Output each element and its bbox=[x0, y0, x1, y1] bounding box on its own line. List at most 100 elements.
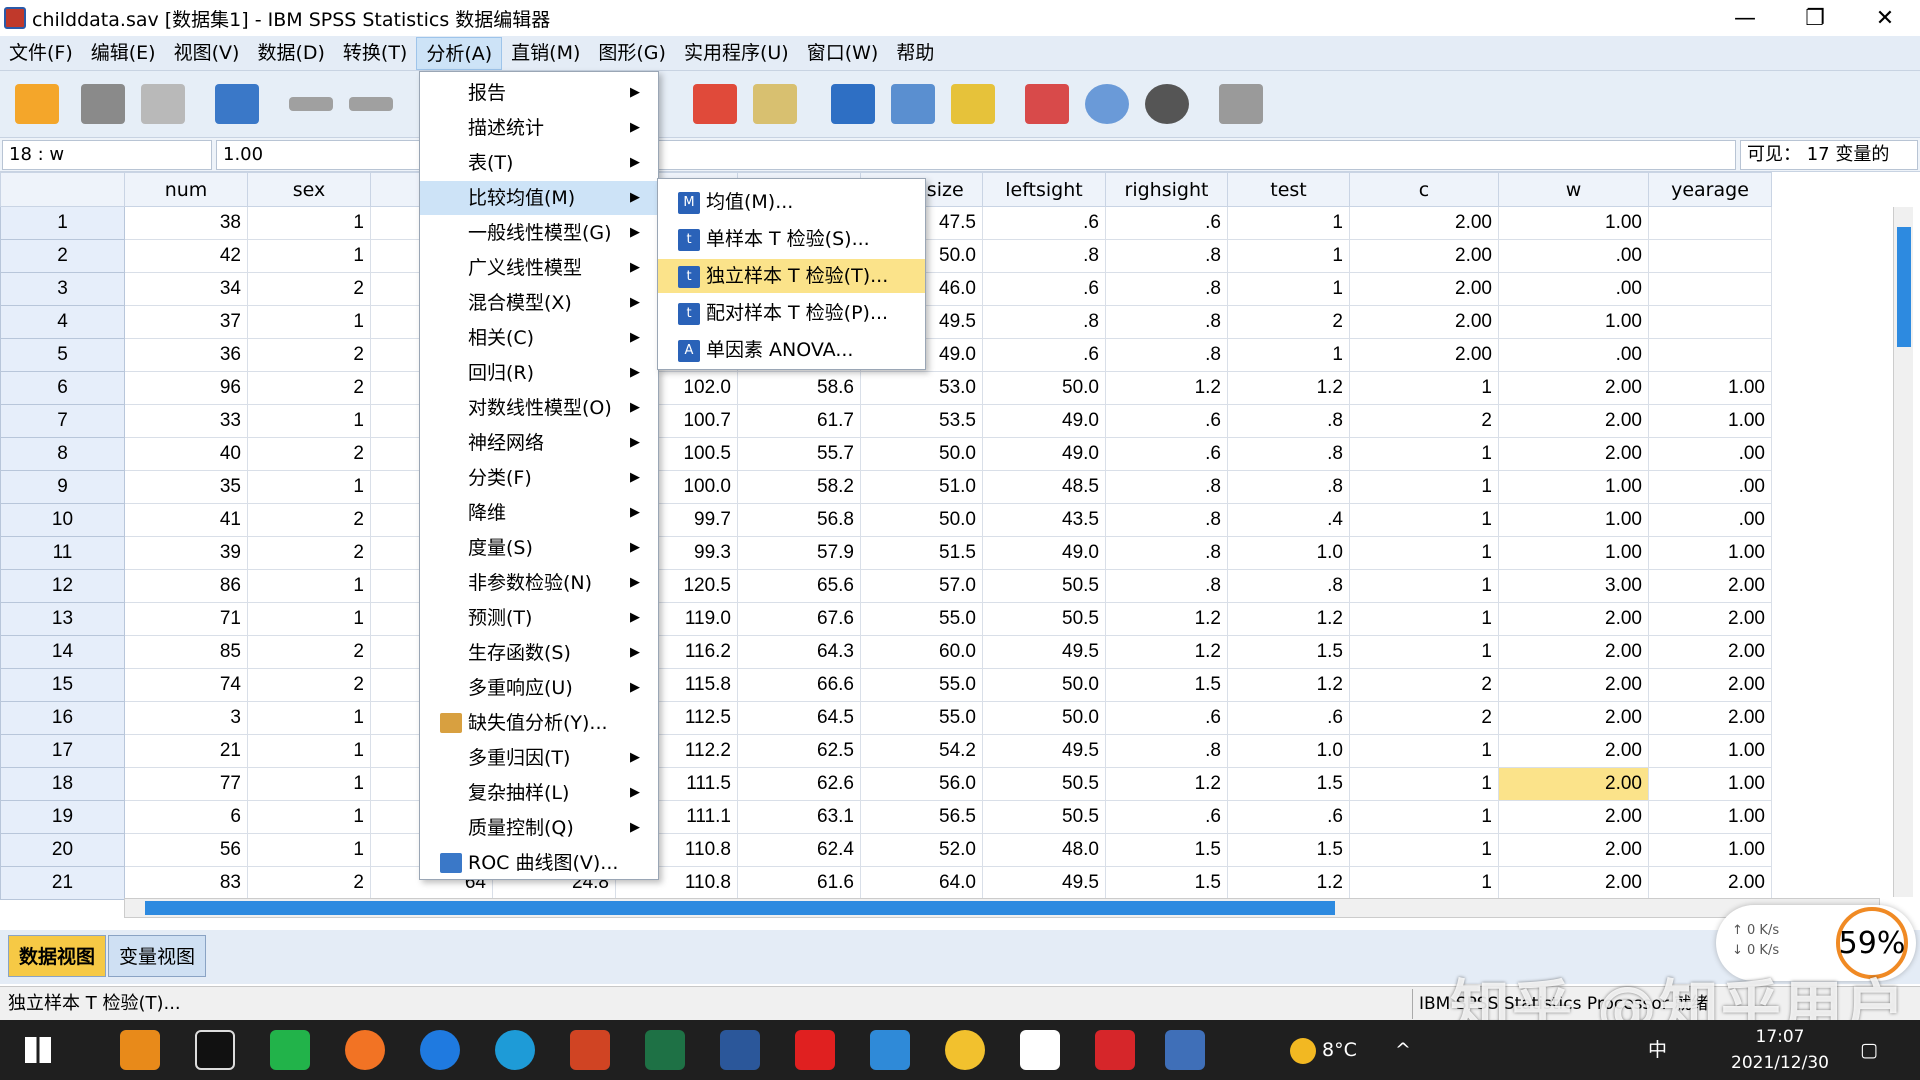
table-cell[interactable]: 49.0 bbox=[982, 404, 1106, 438]
undo-button[interactable] bbox=[286, 79, 336, 129]
table-cell[interactable]: 1 bbox=[1349, 503, 1499, 537]
column-header[interactable]: leftsight bbox=[982, 172, 1106, 207]
table-cell[interactable]: 2.00 bbox=[1498, 404, 1649, 438]
table-cell[interactable]: 1 bbox=[1349, 866, 1499, 900]
menu-10[interactable]: 帮助 bbox=[887, 37, 943, 70]
table-cell[interactable]: 2 bbox=[247, 635, 371, 669]
table-cell[interactable]: 3.00 bbox=[1498, 569, 1649, 603]
table-cell[interactable]: 1 bbox=[1349, 833, 1499, 867]
table-cell[interactable]: 62.5 bbox=[737, 734, 861, 768]
table-cell[interactable]: 64.5 bbox=[737, 701, 861, 735]
table-cell[interactable]: 60.0 bbox=[860, 635, 983, 669]
menu-2[interactable]: 视图(V) bbox=[165, 37, 249, 70]
weight-cases-button[interactable] bbox=[888, 79, 938, 129]
table-cell[interactable]: .00 bbox=[1648, 503, 1772, 537]
table-cell[interactable]: 1 bbox=[1349, 800, 1499, 834]
table-cell[interactable]: 55.0 bbox=[860, 668, 983, 702]
menu-8[interactable]: 实用程序(U) bbox=[675, 37, 798, 70]
table-cell[interactable]: 71 bbox=[124, 602, 248, 636]
table-cell[interactable]: 40 bbox=[124, 437, 248, 471]
close-button[interactable]: ✕ bbox=[1850, 0, 1920, 36]
table-cell[interactable]: 2.00 bbox=[1648, 602, 1772, 636]
table-cell[interactable]: 1 bbox=[247, 239, 371, 273]
taskbar-app-icon[interactable] bbox=[120, 1030, 160, 1070]
table-cell[interactable]: 1 bbox=[1349, 371, 1499, 405]
table-cell[interactable]: 6 bbox=[124, 800, 248, 834]
compare-means-item[interactable]: M 均值(M)... bbox=[658, 185, 925, 219]
excel-icon[interactable] bbox=[645, 1030, 685, 1070]
table-cell[interactable]: 50.5 bbox=[982, 800, 1106, 834]
horizontal-scroll-thumb[interactable] bbox=[145, 901, 1335, 915]
analyze-menu-item[interactable]: 质量控制(Q) ▶ bbox=[420, 811, 658, 845]
table-cell[interactable]: 48.5 bbox=[982, 470, 1106, 504]
table-cell[interactable]: .8 bbox=[1105, 305, 1228, 339]
table-cell[interactable]: 1.00 bbox=[1648, 800, 1772, 834]
analyze-menu-item[interactable]: 复杂抽样(L) ▶ bbox=[420, 776, 658, 810]
table-cell[interactable] bbox=[1648, 272, 1772, 306]
table-cell[interactable]: 2 bbox=[247, 437, 371, 471]
menu-7[interactable]: 图形(G) bbox=[589, 37, 675, 70]
table-cell[interactable]: 64.0 bbox=[860, 866, 983, 900]
minimize-button[interactable]: — bbox=[1710, 0, 1780, 36]
table-cell[interactable]: 1 bbox=[247, 470, 371, 504]
table-cell[interactable]: 64.3 bbox=[737, 635, 861, 669]
table-cell[interactable]: 2 bbox=[247, 668, 371, 702]
analyze-menu-item[interactable]: 混合模型(X) ▶ bbox=[420, 286, 658, 320]
table-cell[interactable]: 56.8 bbox=[737, 503, 861, 537]
restore-button[interactable]: ❐ bbox=[1780, 0, 1850, 36]
table-cell[interactable]: 49.0 bbox=[982, 536, 1106, 570]
table-cell[interactable]: 62.6 bbox=[737, 767, 861, 801]
table-cell[interactable]: 1 bbox=[247, 206, 371, 240]
table-cell[interactable]: 39 bbox=[124, 536, 248, 570]
table-cell[interactable]: .6 bbox=[1227, 701, 1350, 735]
table-cell[interactable]: 1 bbox=[1227, 272, 1350, 306]
table-cell[interactable]: 1 bbox=[247, 767, 371, 801]
table-cell[interactable]: 53.5 bbox=[860, 404, 983, 438]
table-cell[interactable]: .8 bbox=[982, 239, 1106, 273]
analyze-menu-item[interactable]: 预测(T) ▶ bbox=[420, 601, 658, 635]
row-header[interactable]: 8 bbox=[0, 437, 125, 471]
wps-icon[interactable] bbox=[1095, 1030, 1135, 1070]
table-cell[interactable]: 2.00 bbox=[1349, 239, 1499, 273]
ie-icon[interactable] bbox=[420, 1030, 460, 1070]
table-cell[interactable]: .8 bbox=[982, 305, 1106, 339]
table-cell[interactable]: 2.00 bbox=[1349, 305, 1499, 339]
table-cell[interactable]: 2.00 bbox=[1349, 272, 1499, 306]
open-file-button[interactable] bbox=[12, 79, 62, 129]
table-cell[interactable]: .8 bbox=[1105, 338, 1228, 372]
table-cell[interactable]: 1.2 bbox=[1105, 767, 1228, 801]
taskbar-clock[interactable]: 17:07 2021/12/30 bbox=[1720, 1024, 1840, 1076]
split-file-button[interactable] bbox=[828, 79, 878, 129]
compare-means-item[interactable]: t 单样本 T 检验(S)... bbox=[658, 222, 925, 256]
table-cell[interactable]: 1.00 bbox=[1498, 503, 1649, 537]
table-cell[interactable]: 67.6 bbox=[737, 602, 861, 636]
table-cell[interactable] bbox=[1648, 239, 1772, 273]
spss-taskbar-icon[interactable] bbox=[1165, 1030, 1205, 1070]
table-cell[interactable]: 43.5 bbox=[982, 503, 1106, 537]
table-cell[interactable]: 2 bbox=[1227, 305, 1350, 339]
table-cell[interactable]: 2 bbox=[247, 503, 371, 537]
row-header[interactable]: 2 bbox=[0, 239, 125, 273]
table-cell[interactable]: 83 bbox=[124, 866, 248, 900]
table-cell[interactable]: .8 bbox=[1227, 470, 1350, 504]
table-cell[interactable]: 54.2 bbox=[860, 734, 983, 768]
table-cell[interactable]: 1.5 bbox=[1105, 668, 1228, 702]
row-header[interactable]: 11 bbox=[0, 536, 125, 570]
table-cell[interactable]: .00 bbox=[1648, 470, 1772, 504]
analyze-menu-item[interactable]: ROC 曲线图(V)... bbox=[420, 846, 658, 880]
table-cell[interactable]: 42 bbox=[124, 239, 248, 273]
table-cell[interactable]: 2.00 bbox=[1498, 602, 1649, 636]
analyze-menu-item[interactable]: 对数线性模型(O) ▶ bbox=[420, 391, 658, 425]
table-cell[interactable]: 1 bbox=[247, 734, 371, 768]
vertical-scroll-thumb[interactable] bbox=[1897, 227, 1911, 347]
table-cell[interactable]: 1.00 bbox=[1498, 305, 1649, 339]
table-cell[interactable]: 2 bbox=[247, 371, 371, 405]
table-cell[interactable]: 48.0 bbox=[982, 833, 1106, 867]
row-header[interactable]: 13 bbox=[0, 602, 125, 636]
table-cell[interactable]: .6 bbox=[982, 206, 1106, 240]
table-cell[interactable]: 1 bbox=[1227, 338, 1350, 372]
column-header[interactable]: yearage bbox=[1648, 172, 1772, 207]
analyze-menu-item[interactable]: 多重归因(T) ▶ bbox=[420, 741, 658, 775]
compare-means-item[interactable]: t 配对样本 T 检验(P)... bbox=[658, 296, 925, 330]
table-cell[interactable]: 1.2 bbox=[1105, 371, 1228, 405]
